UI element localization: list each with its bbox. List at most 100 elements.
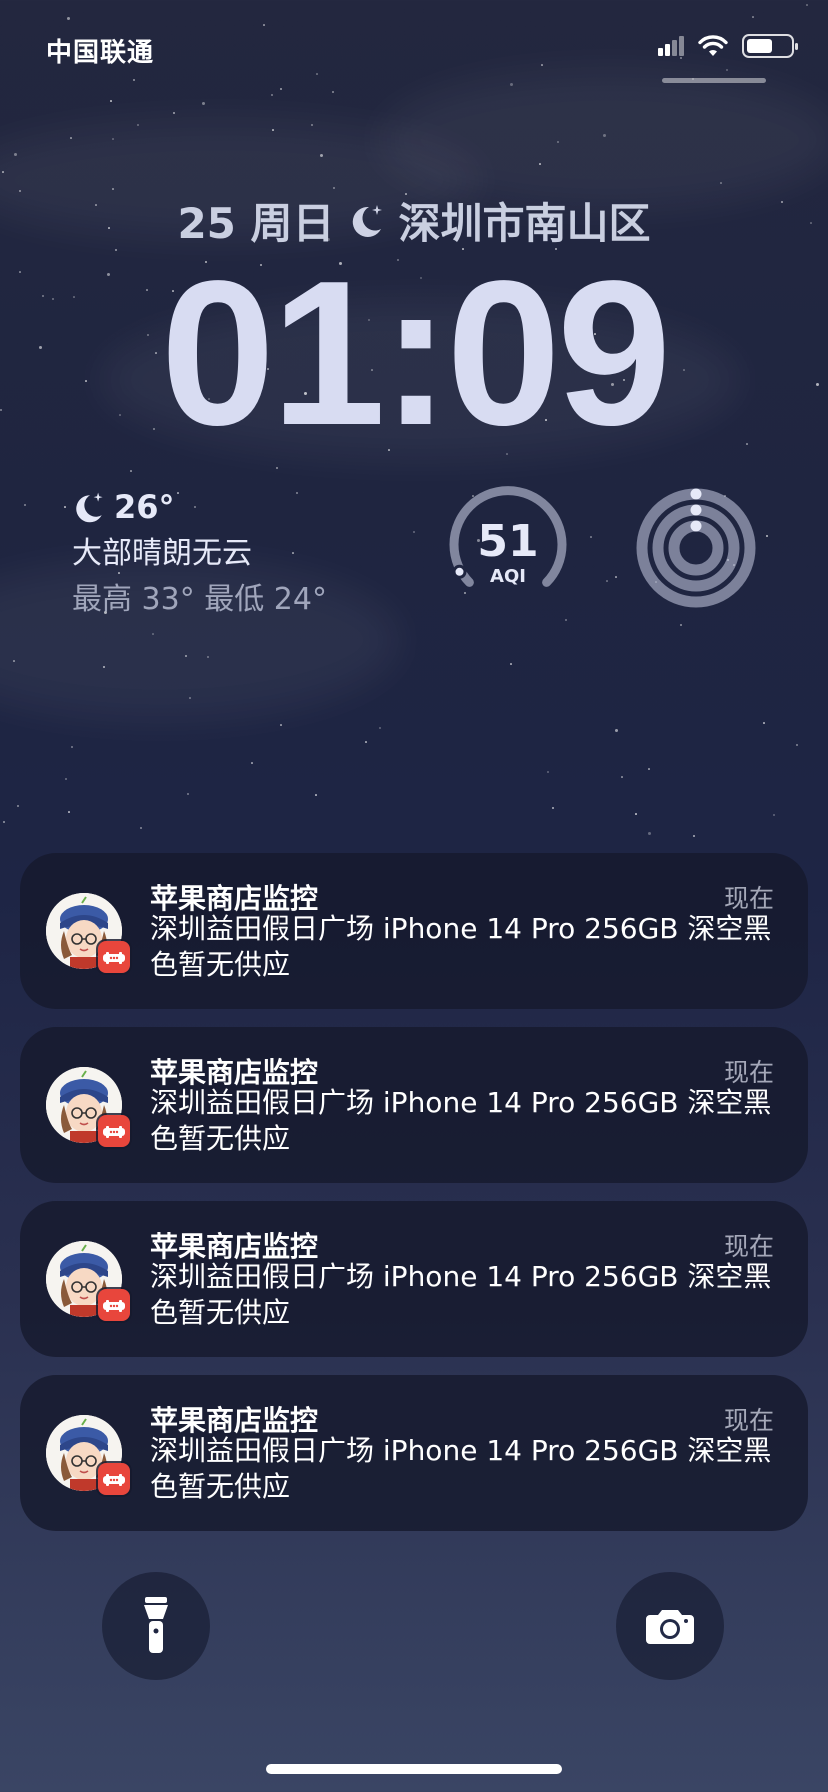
star (271, 94, 273, 96)
app-badge-icon (98, 1289, 130, 1321)
star (315, 794, 317, 796)
star (187, 793, 189, 795)
star (615, 576, 617, 578)
weather-description: 大部晴朗无云 (72, 536, 252, 571)
star (137, 124, 139, 126)
star (365, 741, 367, 743)
app-badge-icon (98, 1115, 130, 1147)
star (65, 778, 67, 780)
control-center-handle[interactable] (662, 78, 766, 83)
camera-icon (646, 1610, 694, 1644)
star (280, 724, 282, 726)
notification-card[interactable]: 苹果商店监控 现在 深圳益田假日广场 iPhone 14 Pro 256GB 深… (20, 1375, 808, 1531)
star (763, 722, 765, 724)
star (648, 832, 651, 835)
home-indicator[interactable] (266, 1764, 562, 1774)
notification-card[interactable]: 苹果商店监控 现在 深圳益田假日广场 iPhone 14 Pro 256GB 深… (20, 853, 808, 1009)
notification-body: 深圳益田假日广场 iPhone 14 Pro 256GB 深空黑色暂无供应 (150, 912, 772, 981)
star (606, 580, 608, 582)
aqi-value: 51 (477, 516, 539, 567)
status-bar: 中国联通 (0, 0, 828, 90)
battery-fill (747, 39, 773, 53)
lock-screen-clock[interactable]: 01:09 (0, 250, 828, 456)
star (320, 154, 323, 157)
star (311, 124, 313, 126)
star (14, 153, 17, 156)
star (173, 112, 175, 114)
star (207, 656, 209, 658)
notification-card[interactable]: 苹果商店监控 现在 深圳益田假日广场 iPhone 14 Pro 256GB 深… (20, 1027, 808, 1183)
star (539, 163, 541, 165)
star (13, 660, 15, 662)
star (185, 655, 187, 657)
battery-icon (742, 34, 798, 58)
star (202, 102, 205, 105)
flashlight-icon (144, 1597, 168, 1653)
star (332, 91, 334, 93)
star (603, 134, 606, 137)
star (615, 729, 618, 732)
star (130, 470, 132, 472)
flashlight-button[interactable] (102, 1572, 210, 1680)
notification-body: 深圳益田假日广场 iPhone 14 Pro 256GB 深空黑色暂无供应 (150, 1260, 772, 1329)
star (379, 727, 381, 729)
star (3, 821, 5, 823)
star (621, 776, 623, 778)
camera-button[interactable] (616, 1572, 724, 1680)
notification-body: 深圳益田假日广场 iPhone 14 Pro 256GB 深空黑色暂无供应 (150, 1434, 772, 1503)
star (773, 814, 775, 816)
star (766, 535, 768, 537)
weather-temp-row: 26° (72, 488, 402, 526)
star (70, 137, 72, 139)
star (110, 100, 112, 102)
notification-time: 现在 (723, 884, 774, 913)
wifi-icon (698, 35, 728, 56)
star (17, 805, 19, 807)
star (693, 835, 695, 837)
weather-temperature: 26° (114, 488, 175, 526)
carrier-name: 中国联通 (46, 38, 155, 68)
weather-high-low: 最高 33° 最低 24° (72, 582, 327, 617)
star (64, 506, 66, 508)
star (152, 633, 154, 635)
star (720, 182, 722, 184)
aqi-label: AQI (490, 566, 526, 587)
star (2, 171, 4, 173)
activity-rings-icon (636, 488, 756, 608)
app-badge-icon (98, 941, 130, 973)
notification-card[interactable]: 苹果商店监控 现在 深圳益田假日广场 iPhone 14 Pro 256GB 深… (20, 1201, 808, 1357)
star (565, 619, 567, 621)
aqi-widget[interactable]: 51 AQI (446, 486, 570, 610)
signal-bars-icon (658, 36, 684, 56)
star (333, 187, 335, 189)
star (272, 129, 274, 131)
star (510, 663, 512, 665)
star (648, 768, 650, 770)
notification-time: 现在 (723, 1232, 774, 1261)
star (24, 504, 26, 506)
notification-time: 现在 (723, 1406, 774, 1435)
moon-stars-icon (76, 492, 103, 523)
activity-rings-widget[interactable] (634, 486, 758, 610)
notification-body: 深圳益田假日广场 iPhone 14 Pro 256GB 深空黑色暂无供应 (150, 1086, 772, 1155)
star (68, 811, 70, 813)
weather-widget[interactable]: 26° 大部晴朗无云 最高 33° 最低 24° (72, 488, 402, 618)
star (635, 813, 637, 815)
star (680, 624, 682, 626)
app-badge-icon (98, 1463, 130, 1495)
star (796, 744, 798, 746)
status-icons (658, 34, 798, 58)
star (189, 697, 191, 699)
star (590, 536, 592, 538)
notification-time: 现在 (723, 1058, 774, 1087)
star (112, 138, 114, 140)
star (140, 827, 142, 829)
star (552, 807, 554, 809)
star (251, 762, 253, 764)
star (413, 531, 415, 533)
star (71, 746, 73, 748)
moon-stars-icon (352, 204, 382, 237)
star (103, 666, 105, 668)
star (557, 141, 559, 143)
star (547, 771, 549, 773)
